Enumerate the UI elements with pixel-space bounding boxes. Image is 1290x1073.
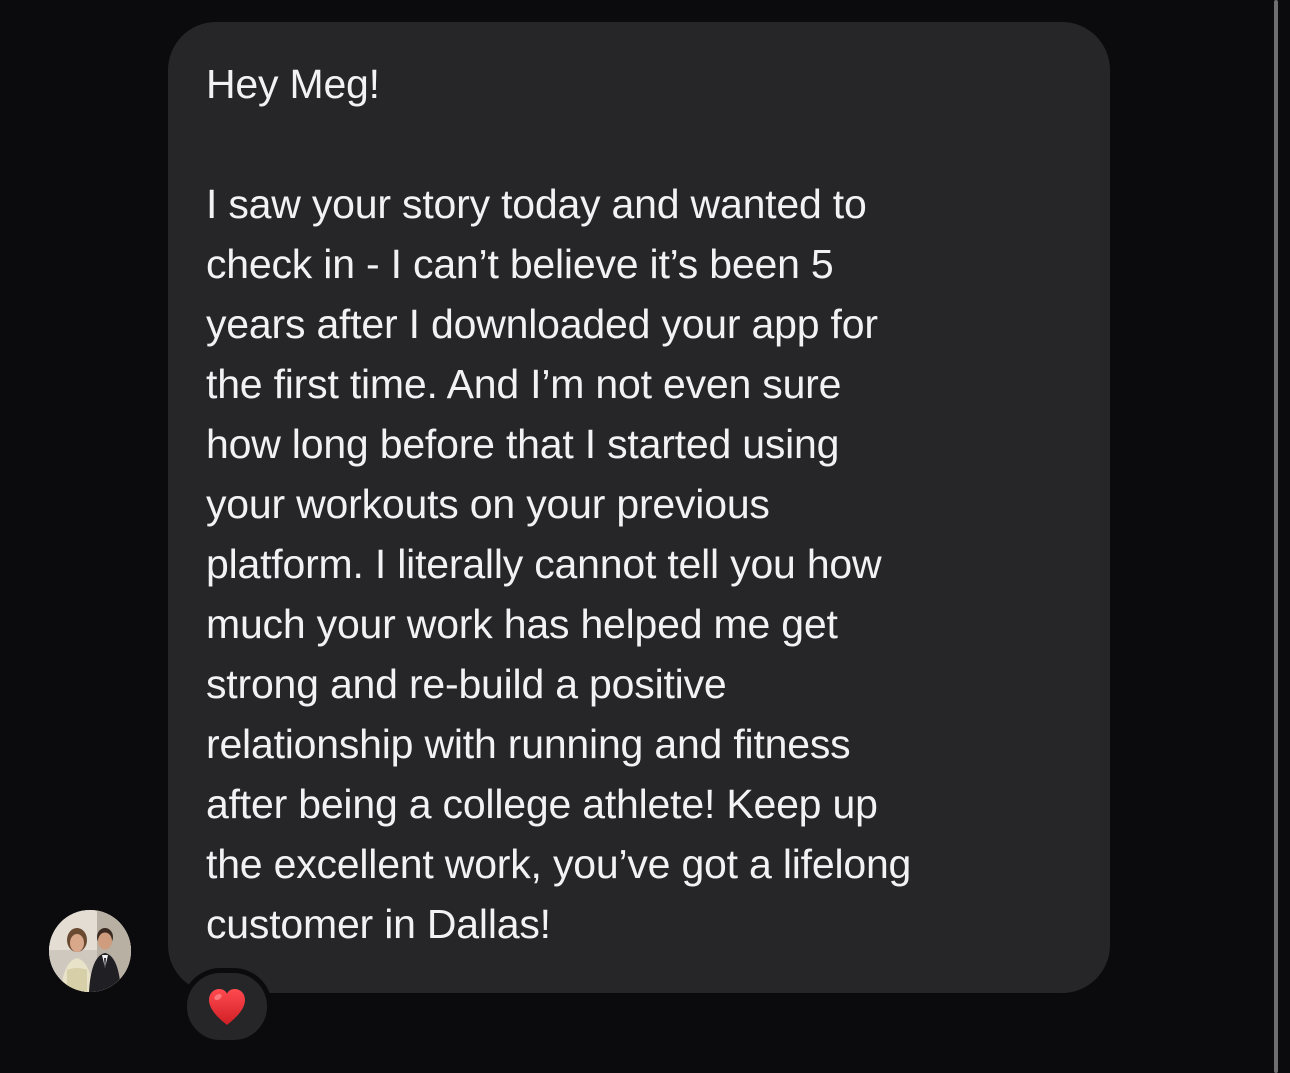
- message-line: much your work has helped me get: [206, 601, 838, 647]
- message-line: customer in Dallas!: [206, 901, 551, 947]
- message-line: how long before that I started using: [206, 421, 840, 467]
- message-line: [206, 114, 1070, 174]
- message-line: the first time. And I’m not even sure: [206, 361, 842, 407]
- message-line: platform. I literally cannot tell you ho…: [206, 541, 882, 587]
- message-line: years after I downloaded your app for: [206, 301, 878, 347]
- red-heart-icon: [209, 988, 245, 1025]
- message-line: check in - I can’t believe it’s been 5: [206, 241, 834, 287]
- message-line: strong and re-build a positive: [206, 661, 727, 707]
- message-bubble[interactable]: Hey Meg! I saw your story today and wante…: [168, 22, 1110, 993]
- message-line: I saw your story today and wanted to: [206, 181, 867, 227]
- scrollbar-thumb[interactable]: [1274, 0, 1278, 1073]
- chat-thread[interactable]: Hey Meg! I saw your story today and wante…: [0, 0, 1270, 1073]
- scrollbar[interactable]: [1270, 0, 1290, 1073]
- message-line: after being a college athlete! Keep up: [206, 781, 878, 827]
- reaction-badge[interactable]: [182, 968, 272, 1045]
- message-line: Hey Meg!: [206, 61, 380, 107]
- message-line: the excellent work, you’ve got a lifelon…: [206, 841, 912, 887]
- user-avatar-photo: [49, 910, 131, 992]
- message-text: Hey Meg! I saw your story today and wante…: [206, 54, 1070, 954]
- message-line: your workouts on your previous: [206, 481, 770, 527]
- message-line: relationship with running and fitness: [206, 721, 851, 767]
- sender-avatar[interactable]: [49, 910, 131, 992]
